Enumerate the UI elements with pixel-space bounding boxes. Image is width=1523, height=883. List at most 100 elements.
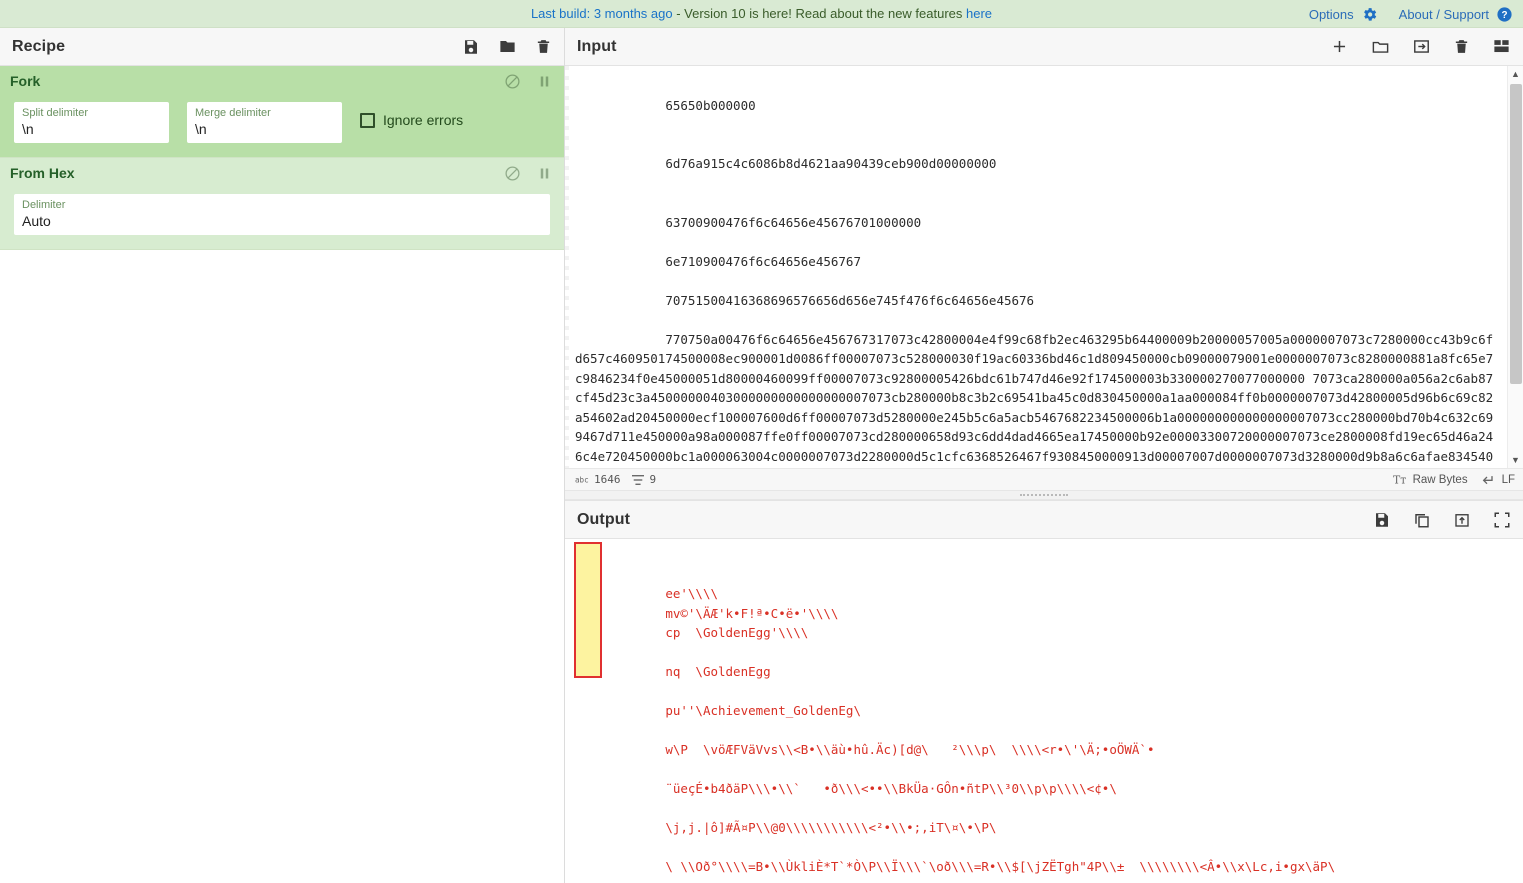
input-editor-wrap: 65650b000000 6d76a915c4c6086b8d4621aa904…	[565, 66, 1523, 468]
operation-args-from-hex: Delimiter Auto	[0, 188, 564, 249]
scroll-down-icon[interactable]: ▼	[1511, 452, 1520, 468]
io-column: Input 65650b000000 6d76a915c4c6086b8d462…	[565, 28, 1523, 883]
output-line: ee'\\\\	[665, 586, 718, 601]
text-format-icon: Tт	[1393, 474, 1406, 486]
merge-delimiter-value: \n	[195, 120, 207, 137]
input-header-icons	[1330, 37, 1511, 56]
output-line: ¨üeçÉ•b4ðäP\\\•\\` •ð\\\<••\\BkÜa·GÔn•ñt…	[665, 781, 1117, 796]
options-link[interactable]: Options	[1309, 7, 1354, 22]
recipe-operation-fork[interactable]: Fork Split delimiter \n Merge delimiter …	[0, 66, 564, 158]
disable-icon[interactable]	[504, 165, 521, 182]
delimiter-value: Auto	[22, 212, 51, 229]
lines-icon	[631, 474, 644, 485]
input-format-control[interactable]: Tт Raw Bytes	[1393, 473, 1468, 487]
last-build-link[interactable]: Last build: 3 months ago	[531, 6, 673, 21]
output-line: mv©'\ÄÆ'k•F!ª•C•ë•'\\\\	[665, 605, 839, 621]
banner-message: Last build: 3 months ago - Version 10 is…	[0, 6, 1523, 21]
breakpoint-icon[interactable]	[537, 166, 552, 181]
input-line: 63700900476f6c64656e45676701000000	[665, 214, 922, 230]
io-splitter[interactable]	[565, 490, 1523, 500]
abc-icon: abc	[575, 475, 589, 484]
add-input-tab-icon[interactable]	[1330, 37, 1349, 56]
recipe-title: Recipe	[12, 37, 66, 55]
save-output-icon[interactable]	[1373, 511, 1391, 529]
svg-text:Tт: Tт	[1393, 474, 1406, 486]
input-pane: Input 65650b000000 6d76a915c4c6086b8d462…	[565, 28, 1523, 490]
clear-input-icon[interactable]	[1453, 38, 1470, 55]
input-pane-header: Input	[565, 28, 1523, 66]
input-line: 6d76a915c4c6086b8d4621aa90439ceb900d0000…	[665, 156, 997, 171]
open-file-icon[interactable]	[1412, 37, 1431, 56]
input-scroll-thumb[interactable]	[1510, 84, 1522, 384]
scroll-up-icon[interactable]: ▲	[1511, 66, 1520, 82]
disable-icon[interactable]	[504, 73, 521, 90]
delimiter-field[interactable]: Delimiter Auto	[14, 194, 550, 235]
input-eol-control[interactable]: LF	[1482, 473, 1515, 486]
clear-recipe-icon[interactable]	[535, 38, 552, 55]
new-features-link[interactable]: here	[966, 6, 992, 21]
split-delimiter-field[interactable]: Split delimiter \n	[14, 102, 169, 143]
operation-args-fork: Split delimiter \n Merge delimiter \n Ig…	[0, 96, 564, 157]
output-pane-header: Output	[565, 501, 1523, 539]
output-line: pu''\Achievement_GoldenEg\	[665, 703, 861, 718]
splitter-grip	[1020, 493, 1068, 497]
recipe-operation-from-hex[interactable]: From Hex Delimiter Auto	[0, 158, 564, 250]
open-folder-icon[interactable]	[1371, 37, 1390, 56]
input-scrollbar[interactable]: ▲ ▼	[1507, 66, 1523, 468]
banner-actions: Options About / Support ?	[1309, 0, 1513, 28]
maximise-output-icon[interactable]	[1493, 511, 1511, 529]
output-line: cp \GoldenEgg'\\\\	[665, 625, 809, 640]
input-title: Input	[577, 37, 617, 55]
input-editor[interactable]: 65650b000000 6d76a915c4c6086b8d4621aa904…	[565, 66, 1507, 468]
svg-text:?: ?	[1501, 10, 1507, 21]
enter-icon	[1482, 476, 1493, 485]
input-lines-value: 9	[649, 473, 657, 486]
question-circle-icon[interactable]: ?	[1496, 6, 1513, 23]
operation-header: Fork	[0, 66, 564, 96]
input-gutter-marks	[565, 66, 569, 468]
gear-icon[interactable]	[1361, 6, 1378, 23]
input-line-count: 9	[631, 473, 657, 486]
recipe-header-icons	[462, 37, 552, 56]
banner-middle-text: - Version 10 is here! Read about the new…	[672, 6, 967, 21]
output-editor-wrap: ee'\\\\ mv©'\ÄÆ'k•F!ª•C•ë•'\\\\ cp \Gold…	[565, 539, 1523, 883]
output-pane: Output ee'\\\\ mv©'\ÄÆ'k•F!ª•C•ë•'\\\\ c…	[565, 500, 1523, 883]
ignore-errors-checkbox[interactable]	[360, 112, 375, 128]
about-support-link[interactable]: About / Support	[1399, 7, 1489, 22]
input-line: 70751500416368696576656d656e745f476f6c64…	[665, 292, 1035, 308]
delimiter-label: Delimiter	[22, 198, 66, 211]
merge-delimiter-label: Merge delimiter	[195, 106, 271, 119]
replace-input-icon[interactable]	[1453, 511, 1471, 529]
recipe-pane-header: Recipe	[0, 28, 564, 66]
operation-icons	[504, 165, 552, 182]
copy-output-icon[interactable]	[1413, 511, 1431, 529]
save-recipe-icon[interactable]	[462, 38, 480, 56]
ignore-errors-control[interactable]: Ignore errors	[360, 112, 463, 128]
input-format-label: Raw Bytes	[1412, 473, 1468, 486]
input-status-right: Tт Raw Bytes LF	[1393, 473, 1515, 487]
output-line: w\P \vöÆFVäVvs\\<B•\\äù•hû.Äc)[d@\ ²\\\p…	[665, 742, 1155, 757]
split-delimiter-value: \n	[22, 120, 34, 137]
output-line: \j,j.|ô]#Ã¤P\\@0\\\\\\\\\\\<²•\\•;,iT\¤\…	[665, 820, 997, 835]
input-scroll-track[interactable]	[1508, 82, 1523, 452]
operation-name-fork: Fork	[10, 73, 41, 89]
output-editor[interactable]: ee'\\\\ mv©'\ÄÆ'k•F!ª•C•ë•'\\\\ cp \Gold…	[565, 539, 1523, 883]
output-line: nq \GoldenEgg	[665, 664, 771, 679]
output-title: Output	[577, 510, 631, 528]
operation-icons	[504, 73, 552, 90]
reset-pane-layout-icon[interactable]	[1492, 37, 1511, 56]
operation-header: From Hex	[0, 158, 564, 188]
breakpoint-icon[interactable]	[537, 74, 552, 89]
input-status-bar: abc 1646 9 Tт Raw Bytes LF	[565, 468, 1523, 490]
svg-text:abc: abc	[575, 475, 589, 484]
load-recipe-icon[interactable]	[498, 37, 517, 56]
merge-delimiter-field[interactable]: Merge delimiter \n	[187, 102, 342, 143]
split-delimiter-label: Split delimiter	[22, 106, 89, 119]
input-char-count: abc 1646	[575, 473, 621, 486]
operation-name-from-hex: From Hex	[10, 165, 75, 181]
top-banner: Last build: 3 months ago - Version 10 is…	[0, 0, 1523, 28]
input-chars-value: 1646	[594, 473, 621, 486]
input-line: 65650b000000	[665, 97, 756, 113]
recipe-operation-list[interactable]: Fork Split delimiter \n Merge delimiter …	[0, 66, 564, 883]
output-selection-highlight	[574, 542, 602, 678]
